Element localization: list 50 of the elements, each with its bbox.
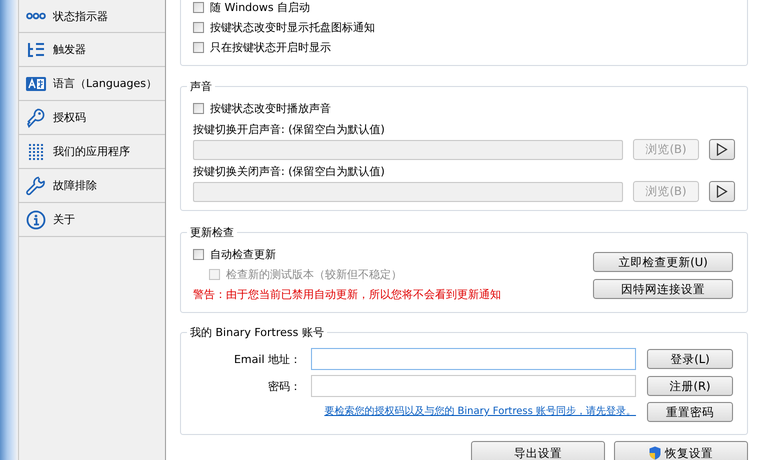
field-label: 按键切换关闭声音: (保留空白为默认值) <box>193 164 386 179</box>
checkbox-label: 按键状态改变时播放声音 <box>210 100 331 116</box>
sidebar-item[interactable]: 故障排除 <box>19 169 165 203</box>
sidebar-item[interactable]: 我们的应用程序 <box>19 135 165 169</box>
language-icon <box>26 76 46 90</box>
wrench-icon <box>26 176 46 196</box>
sidebar-item[interactable]: 语言（Languages） <box>19 67 165 101</box>
input-field[interactable] <box>311 375 636 397</box>
info-icon <box>26 210 46 230</box>
update-button[interactable]: 因特网连接设置 <box>593 279 733 299</box>
sound-file-field[interactable] <box>193 182 623 202</box>
group-title: 我的 Binary Fortress 账号 <box>189 325 325 340</box>
group-title: 声音 <box>189 79 213 94</box>
field-label: Email 地址： <box>232 352 301 366</box>
login-link[interactable]: 要检索您的授权码以及与您的 Binary Fortress 账号同步，请先登录。 <box>324 405 636 419</box>
checkbox-label: 只在按键状态开启时显示 <box>210 40 331 54</box>
play-icon <box>716 143 728 156</box>
footer-button[interactable]: 恢复设置 <box>614 441 748 460</box>
grid-icon <box>27 142 45 160</box>
sidebar-item[interactable]: 授权码 <box>19 101 165 135</box>
group-title: 更新检查 <box>189 225 235 240</box>
play-icon <box>716 185 728 198</box>
sidebar-item[interactable]: 状态指示器 <box>19 0 165 33</box>
shield-icon <box>649 446 661 460</box>
checkbox[interactable] <box>193 102 204 114</box>
warning-text: 警告：由于您当前已禁用自动更新，所以您将不会看到更新通知 <box>193 286 502 302</box>
field-label: 按键切换开启声音: (保留空白为默认值) <box>193 122 386 137</box>
field-label: 密码： <box>267 378 301 394</box>
checkbox-label: 自动检查更新 <box>210 246 276 262</box>
input-field[interactable] <box>311 348 636 370</box>
checkbox-label: 检查新的测试版本（较新但不稳定） <box>226 266 402 282</box>
key-icon <box>27 108 45 128</box>
checkbox[interactable] <box>193 248 204 260</box>
checkbox[interactable] <box>193 22 204 32</box>
sidebar-item[interactable]: 触发器 <box>19 33 165 67</box>
account-button[interactable]: 注册(R) <box>647 376 733 396</box>
checkbox-label: 随 Windows 自启动 <box>210 0 310 14</box>
update-button[interactable]: 立即检查更新(U) <box>593 252 733 272</box>
dots-icon <box>26 12 46 20</box>
sound-file-field[interactable] <box>193 140 623 160</box>
checkbox[interactable] <box>193 2 204 12</box>
account-button[interactable]: 登录(L) <box>647 349 733 369</box>
footer-button[interactable]: 导出设置 <box>471 441 605 460</box>
play-button[interactable] <box>709 181 735 202</box>
sidebar-item[interactable]: 关于 <box>19 203 165 237</box>
checkbox[interactable] <box>193 42 204 52</box>
checkbox-label: 按键状态改变时显示托盘图标通知 <box>210 20 375 34</box>
tree-list-icon <box>27 42 45 58</box>
play-button[interactable] <box>709 139 735 160</box>
account-button[interactable]: 重置密码 <box>647 402 733 422</box>
